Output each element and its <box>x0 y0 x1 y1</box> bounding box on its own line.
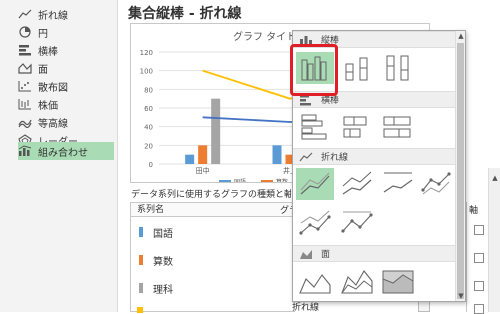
y-tick-label: 80 <box>144 86 153 94</box>
stacked-column-option[interactable] <box>338 52 376 84</box>
scroll-down-icon[interactable]: ▼ <box>456 291 465 301</box>
stacked-line-markers-option[interactable] <box>296 207 334 239</box>
stacked-100-area-option[interactable] <box>379 265 417 297</box>
sidebar-item-label: 組み合わせ <box>38 147 88 159</box>
y-tick-label: 20 <box>144 142 153 150</box>
scrollbar-thumb[interactable] <box>457 43 464 299</box>
pie-chart-icon <box>18 26 32 38</box>
sidebar-item-label: 折れ線 <box>38 10 68 22</box>
secondary-axis-checkbox[interactable] <box>474 281 484 291</box>
combo-chart-icon <box>18 145 32 157</box>
series-name: 国語 <box>153 228 173 240</box>
stacked-line-option[interactable] <box>338 168 376 200</box>
y-tick-label: 0 <box>149 161 153 169</box>
area-option[interactable] <box>296 265 334 297</box>
series-row: 算数 <box>139 253 173 268</box>
line-option[interactable] <box>296 168 334 200</box>
line-chart-icon <box>18 8 32 20</box>
legend-swatch <box>219 180 231 182</box>
sidebar-item-label: 横棒 <box>38 46 58 58</box>
chart-type-heading: 集合縦棒 - 折れ線 <box>128 6 242 22</box>
sidebar-item-label: 面 <box>38 64 48 76</box>
dialog-scrollbar[interactable]: ▲ <box>488 168 500 312</box>
legend-swatch <box>261 180 273 182</box>
area-chart-icon <box>18 62 32 74</box>
horizontal-bar-icon <box>18 44 32 56</box>
gallery-category-line: 折れ線 <box>293 148 456 165</box>
series-name-header: 系列名 <box>131 203 295 217</box>
stacked-100-bar-option[interactable] <box>379 111 417 143</box>
sidebar-item-stock[interactable]: 株価 <box>18 95 114 113</box>
series-table: 系列名 国語 算数 理科 <box>130 202 295 313</box>
series-name: 算数 <box>153 256 173 268</box>
y-tick-label: 100 <box>140 68 153 76</box>
scroll-up-icon[interactable]: ▲ <box>456 31 465 41</box>
sidebar-item-label: 円 <box>38 28 48 40</box>
surface-chart-icon <box>18 116 32 128</box>
area-chart-icon <box>300 249 312 259</box>
bar <box>211 98 221 164</box>
stacked-bar-option[interactable] <box>338 111 376 143</box>
series-color-swatch <box>139 255 143 265</box>
series-color-swatch <box>139 283 143 293</box>
sidebar-item-pie[interactable]: 円 <box>18 23 114 41</box>
sidebar-item-area[interactable]: 面 <box>18 59 114 77</box>
stacked-area-option[interactable] <box>338 265 376 297</box>
selection-highlight <box>290 44 338 96</box>
y-tick-label: 120 <box>140 49 153 57</box>
line-chart-icon <box>299 152 313 161</box>
sidebar-item-label: 等高線 <box>38 118 68 130</box>
bar <box>198 145 208 164</box>
series-row: 理科 <box>139 281 173 296</box>
secondary-axis-checkbox[interactable] <box>474 304 484 314</box>
stacked-100-line-markers-option[interactable] <box>338 207 376 239</box>
sidebar-item-line[interactable]: 折れ線 <box>18 5 114 23</box>
sidebar-item-scatter[interactable]: 散布図 <box>18 77 114 95</box>
secondary-axis-checkbox[interactable] <box>474 253 484 263</box>
stacked-100-column-option[interactable] <box>379 52 417 84</box>
gallery-category-area: 面 <box>293 245 456 262</box>
secondary-axis-checkbox[interactable] <box>474 225 484 235</box>
axis-column-header: 軸 <box>469 206 479 216</box>
line-with-markers-option[interactable] <box>419 168 457 200</box>
sidebar-item-horizontal-bar[interactable]: 横棒 <box>18 41 114 59</box>
stock-chart-icon <box>18 98 32 110</box>
legend-label: 国語 <box>234 178 246 183</box>
series-color-swatch <box>139 227 143 237</box>
series-color-swatch <box>137 307 143 313</box>
clustered-bar-option[interactable] <box>296 111 334 143</box>
series-name: 理科 <box>153 284 173 296</box>
gallery-scrollbar[interactable]: ▲ ▼ <box>455 31 465 301</box>
y-tick-label: 60 <box>144 105 153 113</box>
x-tick-label: 田中 <box>196 166 210 175</box>
bar <box>272 145 282 164</box>
stacked-100-line-option[interactable] <box>379 168 417 200</box>
instruction-text: データ系列に使用するグラフの種類と軸を選択し <box>131 190 291 200</box>
gallery-category-label: 面 <box>321 250 331 260</box>
bar <box>185 154 195 164</box>
scatter-chart-icon <box>18 80 32 92</box>
legend-label: 算数 <box>276 178 288 183</box>
sidebar-item-combo[interactable]: 組み合わせ <box>18 142 114 160</box>
series-row: 国語 <box>139 225 173 240</box>
scroll-up-icon[interactable]: ▲ <box>489 174 500 182</box>
sidebar-item-label: 散布図 <box>38 82 68 94</box>
gallery-category-label: 折れ線 <box>321 153 349 163</box>
y-tick-label: 40 <box>144 124 153 132</box>
sidebar-item-label: 株価 <box>38 100 58 112</box>
sidebar-item-surface[interactable]: 等高線 <box>18 113 114 131</box>
chart-type-sidebar: 折れ線 円 横棒 面 散布図 株価 等高線 レーダー 組み合わせ <box>0 0 118 312</box>
